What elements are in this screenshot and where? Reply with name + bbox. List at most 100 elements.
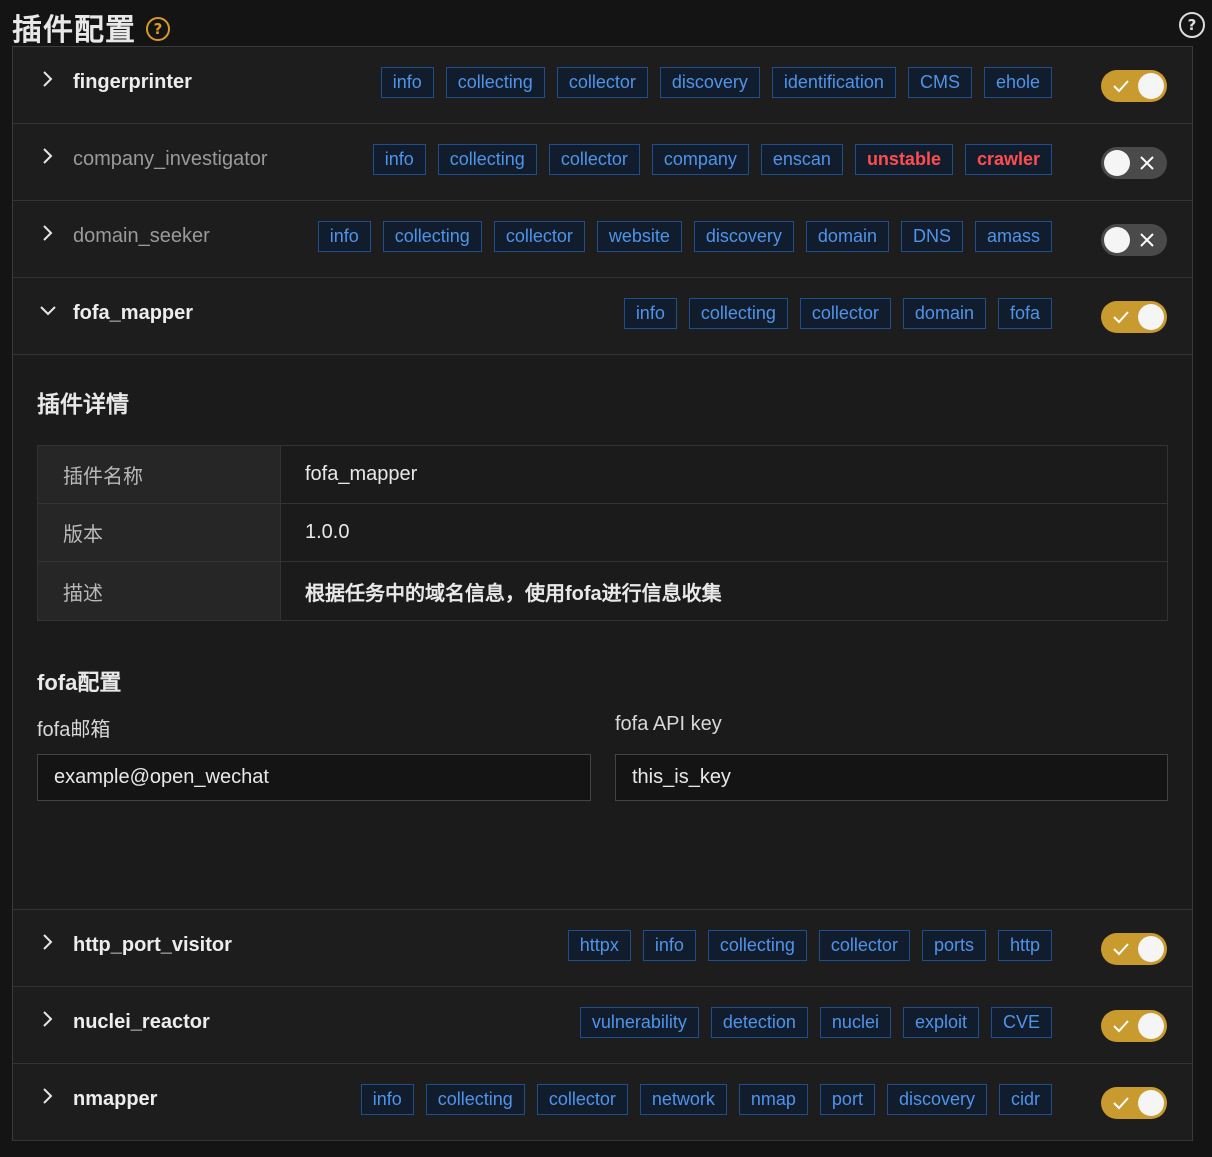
config-section-title: fofa配置 (37, 670, 122, 695)
fofa-email-label: fofa邮箱 (37, 719, 111, 741)
fofa-email-input[interactable] (37, 754, 591, 801)
tag: unstable (854, 144, 953, 175)
tag-list: info collecting collector domain fofa (623, 298, 1052, 329)
tag: httpx (567, 930, 631, 961)
enable-toggle[interactable] (1101, 301, 1167, 333)
chevron-down-icon[interactable] (39, 300, 56, 320)
check-icon (1113, 1097, 1129, 1110)
detail-key: 版本 (38, 504, 281, 561)
tag: detection (710, 1007, 808, 1038)
toggle-knob (1104, 150, 1130, 176)
tag-list: info collecting collector discovery identifi… (380, 67, 1052, 98)
close-icon (1140, 156, 1154, 170)
chevron-right-icon[interactable] (39, 146, 55, 166)
tag: domain (902, 298, 986, 329)
tag: collector (536, 1084, 628, 1115)
tag: identification (771, 67, 896, 98)
tag: DNS (900, 221, 963, 252)
chevron-right-icon[interactable] (39, 1086, 55, 1106)
tag: company (651, 144, 749, 175)
detail-row: 描述 根据任务中的域名信息，使用fofa进行信息收集 (38, 562, 1167, 620)
tag: vulnerability (579, 1007, 699, 1038)
plugin-row-http-port-visitor[interactable]: http_port_visitor httpx info collecting coll… (13, 910, 1192, 987)
detail-value: 1.0.0 (305, 521, 350, 543)
chevron-right-icon[interactable] (39, 1009, 55, 1029)
tag: exploit (902, 1007, 979, 1038)
tag: collecting (437, 144, 537, 175)
check-icon (1113, 311, 1129, 324)
plugin-row-company-investigator[interactable]: company_investigator info collecting collec… (13, 124, 1192, 201)
tag-list: info collecting collector network nmap port di… (360, 1084, 1052, 1115)
detail-value: 根据任务中的域名信息，使用fofa进行信息收集 (305, 582, 722, 605)
tag: domain (805, 221, 889, 252)
tag: info (317, 221, 371, 252)
plugin-name: nmapper (73, 1088, 158, 1110)
tag: collector (493, 221, 585, 252)
enable-toggle[interactable] (1101, 224, 1167, 256)
tag-list: vulnerability detection nuclei exploit CVE (579, 1007, 1052, 1038)
enable-toggle[interactable] (1101, 1010, 1167, 1042)
enable-toggle[interactable] (1101, 70, 1167, 102)
tag: collector (548, 144, 640, 175)
page-title: 插件配置 (12, 13, 136, 48)
tag: enscan (760, 144, 843, 175)
detail-value: fofa_mapper (305, 463, 418, 485)
tag: nmap (738, 1084, 808, 1115)
enable-toggle[interactable] (1101, 147, 1167, 179)
enable-toggle[interactable] (1101, 933, 1167, 965)
plugin-list: fingerprinter info collecting collector disc… (12, 46, 1193, 1141)
page-header: 插件配置 ? (12, 8, 1200, 48)
close-icon (1140, 233, 1154, 247)
tag: collecting (707, 930, 807, 961)
toggle-knob (1138, 304, 1164, 330)
tag: collector (556, 67, 648, 98)
plugin-name: fingerprinter (73, 71, 192, 93)
plugin-row-fofa-mapper[interactable]: fofa_mapper info collecting collector domain… (13, 278, 1192, 355)
tag: CMS (907, 67, 972, 98)
plugin-row-fingerprinter[interactable]: fingerprinter info collecting collector disc… (13, 47, 1192, 124)
tag: website (596, 221, 682, 252)
detail-key: 描述 (38, 562, 281, 620)
toggle-knob (1138, 1090, 1164, 1116)
tag: discovery (886, 1084, 987, 1115)
tag: collecting (445, 67, 545, 98)
tag: ehole (983, 67, 1052, 98)
plugin-row-domain-seeker[interactable]: domain_seeker info collecting collector webs… (13, 201, 1192, 278)
tag: crawler (964, 144, 1052, 175)
question-circle-icon[interactable]: ? (1179, 12, 1205, 38)
chevron-right-icon[interactable] (39, 223, 55, 243)
tag: collector (799, 298, 891, 329)
detail-table: 插件名称 fofa_mapper 版本 1.0.0 描述 根据任务中的域名信息，使用fof… (37, 445, 1168, 621)
tag-list: info collecting collector company enscan unst… (372, 144, 1052, 175)
detail-title: 插件详情 (37, 392, 129, 418)
tag: discovery (693, 221, 794, 252)
tag-list: httpx info collecting collector ports http (567, 930, 1052, 961)
plugin-row-nmapper[interactable]: nmapper info collecting collector network nma… (13, 1064, 1192, 1141)
plugin-row-nuclei-reactor[interactable]: nuclei_reactor vulnerability detection nucl… (13, 987, 1192, 1064)
plugin-name: company_investigator (73, 148, 268, 170)
tag: info (372, 144, 426, 175)
detail-row: 版本 1.0.0 (38, 504, 1167, 562)
check-icon (1113, 1020, 1129, 1033)
toggle-knob (1138, 936, 1164, 962)
check-icon (1113, 943, 1129, 956)
tag: collecting (688, 298, 788, 329)
fofa-api-key-label: fofa API key (615, 713, 722, 735)
question-circle-icon[interactable]: ? (146, 17, 170, 41)
toggle-knob (1138, 73, 1164, 99)
detail-row: 插件名称 fofa_mapper (38, 446, 1167, 504)
tag: info (380, 67, 434, 98)
plugin-name: nuclei_reactor (73, 1011, 210, 1033)
tag: info (642, 930, 696, 961)
chevron-right-icon[interactable] (39, 932, 55, 952)
tag: cidr (998, 1084, 1052, 1115)
tag: collector (818, 930, 910, 961)
tag-list: info collecting collector website discovery d… (317, 221, 1052, 252)
fofa-api-key-input[interactable] (615, 754, 1168, 801)
detail-key: 插件名称 (38, 446, 281, 503)
plugin-name: fofa_mapper (73, 302, 194, 324)
tag: nuclei (819, 1007, 891, 1038)
chevron-right-icon[interactable] (39, 69, 55, 89)
tag: info (360, 1084, 414, 1115)
enable-toggle[interactable] (1101, 1087, 1167, 1119)
